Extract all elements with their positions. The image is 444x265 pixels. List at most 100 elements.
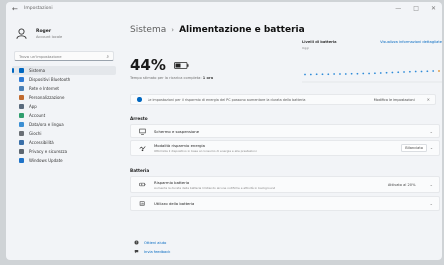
chart-point bbox=[374, 72, 376, 75]
chart-point bbox=[391, 71, 394, 74]
chart-point bbox=[432, 70, 435, 72]
breadcrumb-parent[interactable]: Sistema bbox=[130, 25, 166, 35]
power-mode-card: Modalità risparmio energia Ottimizza il … bbox=[130, 140, 440, 156]
chart-point bbox=[344, 73, 347, 75]
sidebar-item[interactable]: Windows Update bbox=[12, 156, 116, 165]
sidebar-item-icon bbox=[19, 131, 24, 136]
app-title: Impostazioni bbox=[24, 6, 53, 11]
sidebar-item-icon bbox=[19, 68, 24, 73]
search-input[interactable]: Trova un'impostazione ⌕ bbox=[14, 51, 114, 61]
chart-point bbox=[397, 71, 400, 74]
feedback-link-label: Invia feedback bbox=[144, 249, 171, 254]
sidebar-item[interactable]: Accessibilità bbox=[12, 138, 116, 147]
sidebar-item[interactable]: Data/ora e lingua bbox=[12, 120, 116, 129]
info-close-icon[interactable]: ✕ bbox=[427, 97, 430, 102]
chart-point bbox=[339, 73, 341, 75]
close-button[interactable]: ✕ bbox=[431, 5, 436, 12]
sidebar-item-label: Sistema bbox=[29, 68, 46, 73]
page-title: Alimentazione e batteria bbox=[179, 25, 305, 35]
sidebar-item[interactable]: Giochi bbox=[12, 129, 116, 138]
battery-usage-title: Utilizzo della batteria bbox=[154, 201, 195, 206]
sidebar-item-icon bbox=[19, 122, 24, 127]
chart-point bbox=[350, 72, 353, 75]
sidebar-item-label: Rete e Internet bbox=[29, 86, 59, 91]
chart-point bbox=[356, 72, 359, 75]
user-name: Roger bbox=[36, 28, 52, 34]
title-bar: ← Impostazioni — □ ✕ bbox=[6, 2, 442, 18]
sidebar-item-label: Accessibilità bbox=[29, 140, 54, 145]
chart-point bbox=[368, 72, 370, 75]
sidebar-item[interactable]: App bbox=[12, 102, 116, 111]
power-mode-dropdown[interactable]: Bilanciato ⌄ bbox=[401, 144, 433, 152]
chevron-down-icon: ⌄ bbox=[429, 146, 433, 150]
search-icon: ⌕ bbox=[106, 55, 109, 60]
section-battery-title: Batteria bbox=[130, 168, 150, 173]
chevron-down-icon: ⌄ bbox=[429, 182, 433, 187]
search-placeholder: Trova un'impostazione bbox=[19, 54, 62, 59]
avatar-icon bbox=[14, 26, 29, 41]
battery-usage-card[interactable]: Utilizzo della batteria ⌄ bbox=[130, 196, 440, 211]
charge-remaining-label: Tempo stimato per la ricarica completa: bbox=[130, 76, 202, 80]
sidebar-item-icon bbox=[19, 77, 24, 82]
sidebar-item[interactable]: Account bbox=[12, 111, 116, 120]
sidebar-item-icon bbox=[19, 104, 24, 109]
sidebar-nav: Sistema Dispositivi Bluetooth Rete e Inter… bbox=[12, 66, 116, 165]
chart-point bbox=[309, 73, 312, 76]
sidebar-item-icon bbox=[19, 158, 24, 163]
chart-point bbox=[403, 71, 405, 73]
maximize-button[interactable]: □ bbox=[413, 5, 419, 12]
battery-usage-icon bbox=[139, 201, 146, 207]
battery-saver-icon bbox=[139, 182, 146, 188]
power-mode-value: Bilanciato bbox=[401, 144, 427, 152]
power-mode-desc: Ottimizza il dispositivo in base al cons… bbox=[154, 149, 257, 153]
chart-point bbox=[327, 73, 330, 76]
battery-icon bbox=[174, 61, 189, 69]
sidebar-item-icon bbox=[19, 149, 24, 154]
window-controls: — □ ✕ bbox=[395, 5, 436, 12]
info-action-link[interactable]: Modifica le impostazioni bbox=[374, 98, 415, 102]
help-link-label: Ottieni aiuto bbox=[144, 240, 167, 245]
chart-point bbox=[379, 72, 382, 74]
footer-links: ? Ottieni aiuto Invia feedback bbox=[134, 238, 170, 256]
minimize-button[interactable]: — bbox=[395, 5, 401, 12]
battery-percent: 44% bbox=[130, 56, 166, 74]
power-mode-title: Modalità risparmio energia bbox=[154, 143, 205, 148]
chart-subtitle: Oggi bbox=[302, 46, 310, 50]
chevron-down-icon: ⌄ bbox=[429, 201, 433, 206]
chart-point bbox=[385, 71, 388, 74]
battery-saver-title: Risparmio batteria bbox=[154, 179, 190, 185]
chart-point bbox=[420, 70, 423, 73]
sidebar-item[interactable]: Privacy e sicurezza bbox=[12, 147, 116, 156]
sidebar-item[interactable]: Sistema bbox=[12, 66, 116, 75]
sidebar-item-label: Privacy e sicurezza bbox=[29, 149, 68, 154]
battery-saver-value: Attivato al 20% bbox=[387, 182, 416, 187]
battery-status: 44% bbox=[130, 56, 189, 74]
chart-point bbox=[438, 70, 440, 72]
help-link[interactable]: ? Ottieni aiuto bbox=[134, 238, 170, 247]
monitor-icon bbox=[139, 128, 146, 135]
chart-point bbox=[321, 73, 324, 76]
chart-point bbox=[315, 73, 318, 76]
sidebar-item-label: Giochi bbox=[29, 131, 42, 136]
breadcrumb-separator: › bbox=[171, 26, 175, 34]
chevron-down-icon: ⌄ bbox=[429, 128, 433, 134]
settings-window: ← Impostazioni — □ ✕ Roger Account local… bbox=[6, 2, 442, 260]
chart-point bbox=[408, 70, 411, 73]
sidebar-item[interactable]: Rete e Internet bbox=[12, 84, 116, 93]
user-profile[interactable]: Roger Account locale bbox=[14, 26, 62, 41]
user-subtitle: Account locale bbox=[36, 34, 63, 39]
sidebar-item[interactable]: Personalizzazione bbox=[12, 93, 116, 102]
screen-sleep-card[interactable]: Schermo e sospensione ⌄ bbox=[130, 124, 440, 138]
breadcrumb: Sistema › Alimentazione e batteria bbox=[130, 25, 305, 35]
battery-saver-desc: Aumenta la durata della batteria limitan… bbox=[154, 185, 276, 190]
sidebar-item-icon bbox=[19, 140, 24, 145]
main-content: Sistema › Alimentazione e batteria 44% Tem… bbox=[124, 18, 442, 260]
chart-point bbox=[304, 73, 306, 76]
back-button[interactable]: ← bbox=[12, 5, 18, 13]
feedback-link[interactable]: Invia feedback bbox=[134, 247, 170, 256]
chart-details-link[interactable]: Visualizza informazioni dettagliate bbox=[380, 40, 442, 44]
battery-saver-card[interactable]: Risparmio batteria Aumenta la durata del… bbox=[130, 176, 440, 193]
charge-remaining: Tempo stimato per la ricarica completa: … bbox=[130, 76, 213, 80]
battery-chart: Livelli di batteria Visualizza informazi… bbox=[302, 40, 442, 88]
sidebar-item[interactable]: Dispositivi Bluetooth bbox=[12, 75, 116, 84]
